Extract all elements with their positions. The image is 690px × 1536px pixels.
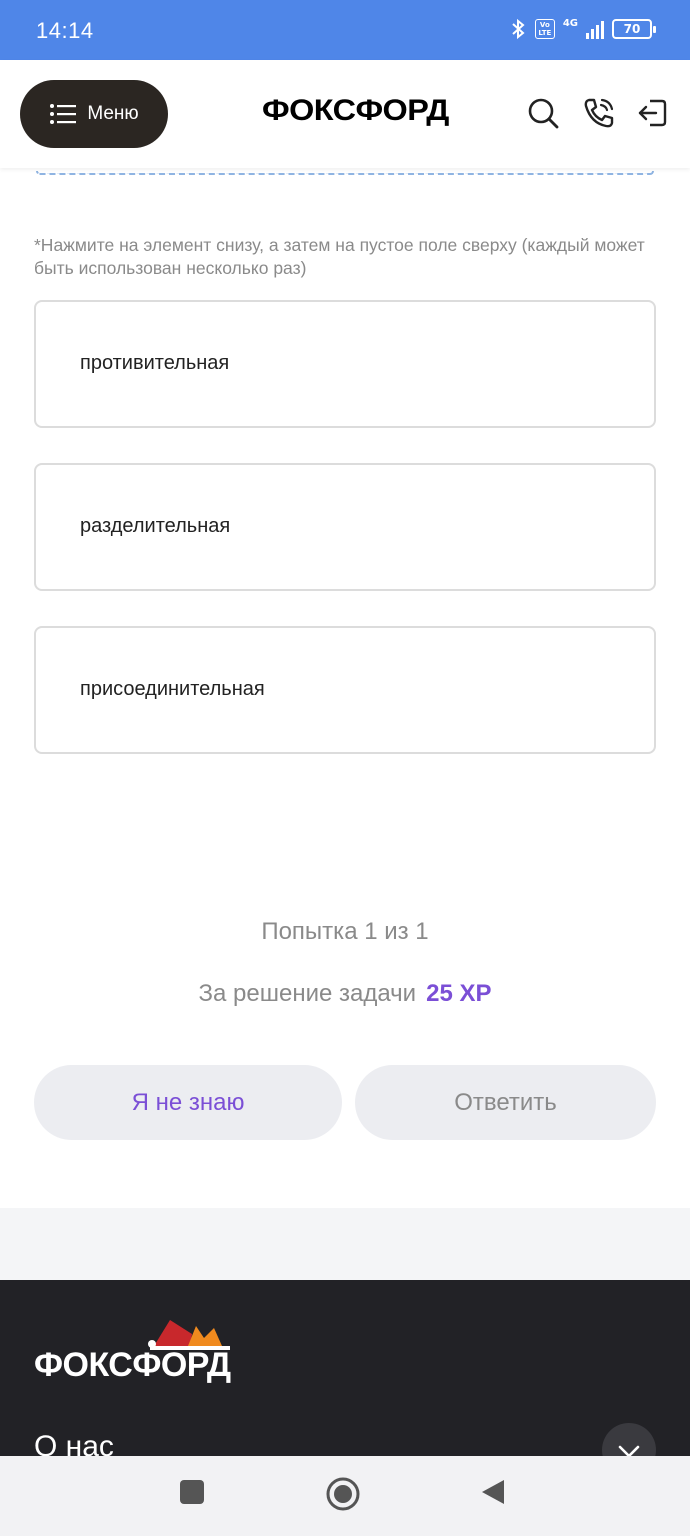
option-label: противительная bbox=[80, 352, 230, 374]
signal-icon bbox=[586, 19, 604, 39]
page-separator bbox=[0, 1208, 690, 1280]
menu-button[interactable]: Меню bbox=[20, 80, 168, 148]
footer-logo[interactable]: ФОКСФОРД bbox=[34, 1346, 231, 1385]
site-logo[interactable]: ФОКСФОРД bbox=[262, 94, 449, 128]
home-button[interactable] bbox=[325, 1476, 361, 1512]
system-nav-bar bbox=[0, 1456, 690, 1536]
battery-icon: 70 bbox=[612, 19, 656, 39]
chevron-down-icon bbox=[618, 1445, 640, 1458]
attempt-counter: Попытка 1 из 1 bbox=[261, 918, 429, 945]
status-icons: Vo LTE 4G 70 bbox=[509, 17, 656, 40]
status-time: 14:14 bbox=[36, 18, 94, 43]
option-card[interactable]: противительная bbox=[34, 300, 656, 428]
option-label: разделительная bbox=[80, 515, 231, 537]
task-hint: *Нажмите на элемент снизу, а затем на пу… bbox=[34, 235, 645, 278]
answer-button[interactable]: Ответить bbox=[355, 1065, 656, 1140]
back-button[interactable] bbox=[480, 1478, 506, 1506]
reward-line: За решение задачи 25 XP bbox=[0, 980, 690, 1008]
expand-button[interactable] bbox=[602, 1423, 656, 1460]
drop-zone-edge[interactable] bbox=[36, 171, 654, 175]
site-footer: ФОКСФОРД О нас bbox=[0, 1280, 690, 1460]
menu-list-icon bbox=[50, 104, 77, 124]
recents-button[interactable] bbox=[178, 1478, 206, 1506]
site-header: Меню ФОКСФОРД bbox=[0, 60, 690, 168]
reward-xp: 25 XP bbox=[426, 980, 492, 1007]
battery-level: 70 bbox=[623, 22, 641, 36]
bluetooth-icon bbox=[512, 18, 525, 40]
menu-label: Меню bbox=[87, 103, 139, 124]
network-type: 4G bbox=[562, 17, 578, 29]
logout-icon[interactable] bbox=[636, 96, 670, 130]
status-bar: 14:14 Vo LTE 4G 70 bbox=[0, 0, 690, 60]
phone-icon[interactable] bbox=[582, 96, 616, 130]
option-card[interactable]: присоединительная bbox=[34, 626, 656, 754]
search-icon[interactable] bbox=[526, 96, 560, 130]
dont-know-button[interactable]: Я не знаю bbox=[34, 1065, 342, 1140]
option-label: присоединительная bbox=[80, 678, 265, 700]
volte-icon: Vo LTE bbox=[534, 19, 555, 39]
reward-label: За решение задачи bbox=[198, 980, 417, 1007]
option-card[interactable]: разделительная bbox=[34, 463, 656, 591]
